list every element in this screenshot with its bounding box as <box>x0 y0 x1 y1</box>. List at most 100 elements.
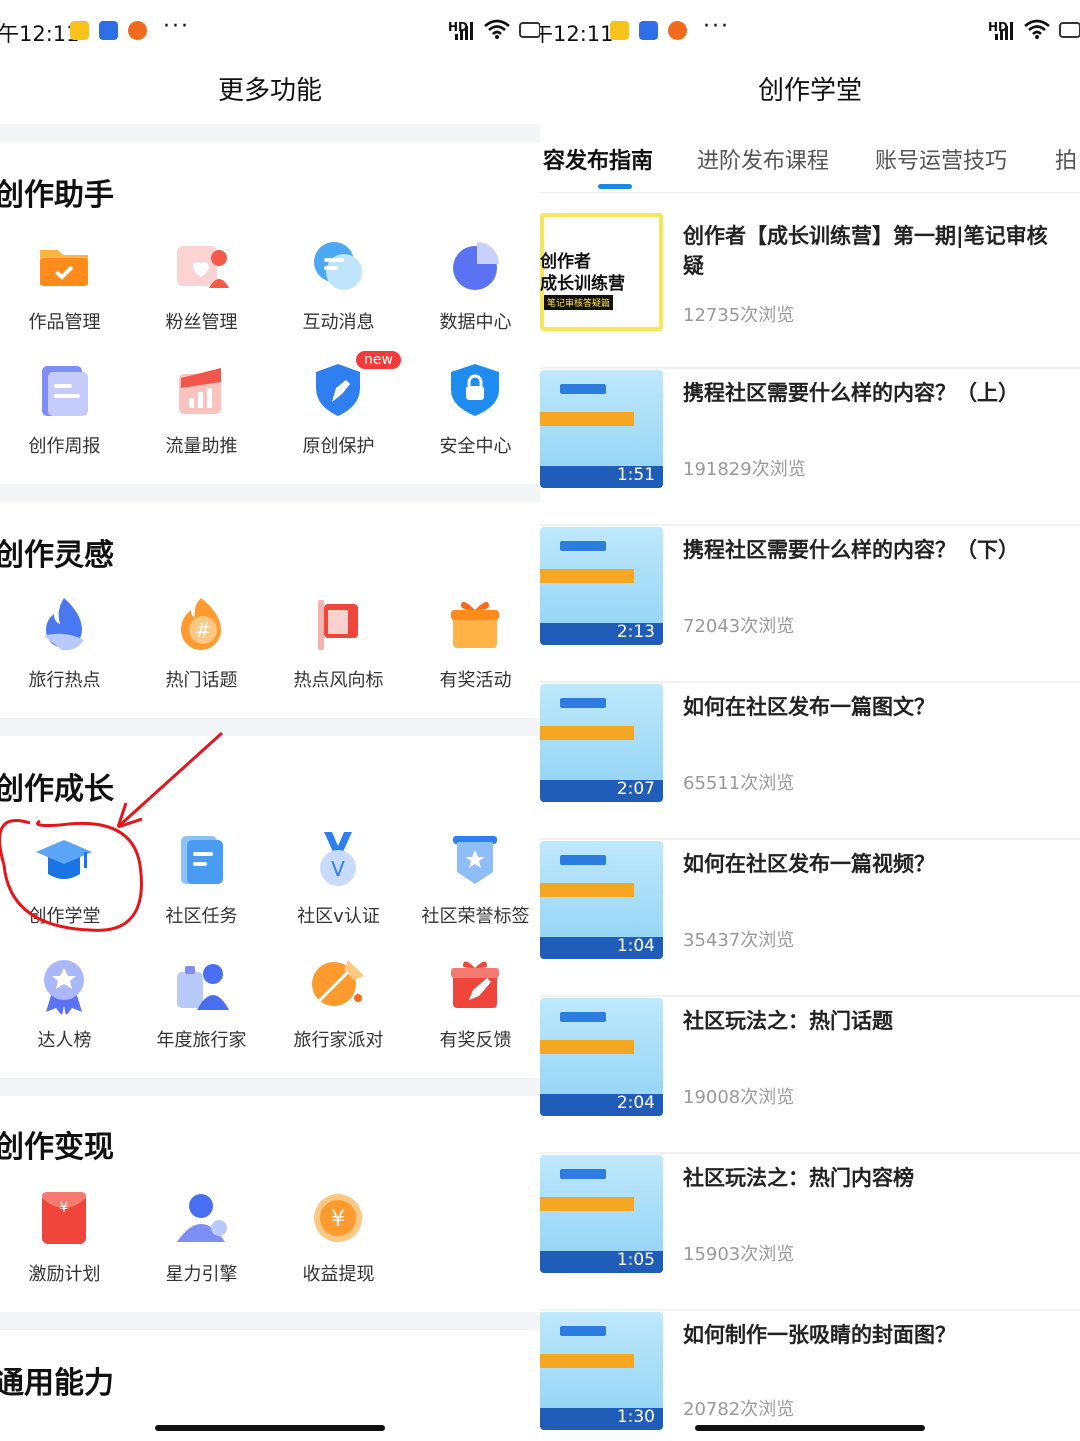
lock-shield-icon <box>451 364 499 416</box>
grid-item-label: 作品管理 <box>28 312 101 333</box>
section-title-general: 通用能力 <box>0 1366 114 1401</box>
video-duration: 1:30 <box>616 1407 655 1427</box>
article-item[interactable]: 1:30 如何制作一张吸睛的封面图？ 20782次浏览 <box>540 1312 1080 1441</box>
svg-text:V: V <box>331 857 345 881</box>
grid-item-label: 旅行热点 <box>28 670 101 691</box>
grid-item-data[interactable]: 数据中心 <box>407 236 540 346</box>
grid-item-trend[interactable]: 热点风向标 <box>270 594 407 704</box>
baidu-app-icon <box>99 21 118 40</box>
grid-item-v-verify[interactable]: V 社区v认证 <box>270 830 407 940</box>
section-divider <box>0 484 540 502</box>
tab-shoot[interactable]: 拍 <box>1055 143 1077 175</box>
article-item[interactable]: 1:05 社区玩法之：热门内容榜 15903次浏览 <box>540 1155 1080 1311</box>
tab-account-tips[interactable]: 账号运营技巧 <box>875 143 1007 175</box>
grid-item-fans[interactable]: 粉丝管理 <box>133 236 270 346</box>
wifi-icon <box>484 19 510 39</box>
article-thumbnail: 2:07 <box>540 684 663 802</box>
tab-publish-guide[interactable]: 容发布指南 <box>543 143 653 175</box>
grid-item-label: 热门话题 <box>165 670 238 691</box>
row-divider <box>540 995 1080 997</box>
grid-item-label: 流量助推 <box>165 436 238 457</box>
article-views: 19008次浏览 <box>683 1087 795 1108</box>
battery-icon <box>1059 22 1080 38</box>
grid-item-messages[interactable]: 互动消息 <box>270 236 407 346</box>
grid-item-withdraw[interactable]: ¥ 收益提现 <box>270 1188 407 1298</box>
grid-item-security[interactable]: 安全中心 <box>407 360 540 470</box>
article-item[interactable]: 2:07 如何在社区发布一篇图文？ 65511次浏览 <box>540 684 1080 840</box>
grid-item-incentive[interactable]: ¥ 激励计划 <box>0 1188 133 1298</box>
yen-coin-icon: ¥ <box>314 1194 362 1242</box>
party-icon <box>312 960 364 1006</box>
article-item[interactable]: 1:04 如何在社区发布一篇视频？ 35437次浏览 <box>540 841 1080 997</box>
home-indicator[interactable] <box>695 1425 925 1431</box>
grid-item-weekly[interactable]: 创作周报 <box>0 360 133 470</box>
article-title: 社区玩法之：热门内容榜 <box>683 1166 914 1190</box>
article-title: 如何在社区发布一篇视频？ <box>683 852 935 876</box>
grid-item-label: 旅行家派对 <box>293 1030 384 1051</box>
tab-advanced-course[interactable]: 进阶发布课程 <box>697 143 829 175</box>
grid-item-works[interactable]: 作品管理 <box>0 236 133 346</box>
article-views: 20782次浏览 <box>683 1399 795 1420</box>
svg-text:¥: ¥ <box>60 1200 69 1216</box>
meituan-app-icon <box>70 21 89 40</box>
article-title: 携程社区需要什么样的内容？（上） <box>683 381 1019 405</box>
grid-item-travel-hot[interactable]: 旅行热点 <box>0 594 133 704</box>
flame-icon <box>44 598 84 651</box>
article-item[interactable]: 1:51 携程社区需要什么样的内容？（上） 191829次浏览 <box>540 370 1080 526</box>
grid-item-hot-topics[interactable]: # 热门话题 <box>133 594 270 704</box>
article-thumbnail: 1:05 <box>540 1155 663 1273</box>
grid-item-label: 社区荣誉标签 <box>421 906 530 927</box>
grid-item-ranking[interactable]: 达人榜 <box>0 954 133 1064</box>
grid-item-label: 年度旅行家 <box>156 1030 247 1051</box>
article-thumbnail: 1:30 <box>540 1312 663 1430</box>
honor-badge-icon <box>453 836 497 884</box>
svg-text:¥: ¥ <box>331 1207 345 1232</box>
grid-item-party[interactable]: 旅行家派对 <box>270 954 407 1064</box>
video-duration: 2:07 <box>616 779 655 799</box>
page-title: 更多功能 <box>217 76 322 106</box>
more-notifications-icon: ··· <box>163 14 190 39</box>
article-thumbnail: 1:51 <box>540 370 663 488</box>
grid-item-feedback[interactable]: 有奖反馈 <box>407 954 540 1064</box>
article-title: 携程社区需要什么样的内容？（下） <box>683 538 1019 562</box>
article-title: 社区玩法之：热门话题 <box>683 1009 893 1033</box>
grid-item-label: 安全中心 <box>439 436 512 457</box>
article-item[interactable]: 2:13 携程社区需要什么样的内容？（下） 72043次浏览 <box>540 527 1080 683</box>
article-title: 创作者【成长训练营】第一期|笔记审核 <box>683 224 1048 248</box>
video-duration: 2:13 <box>616 622 655 642</box>
grid-item-rewards[interactable]: 有奖活动 <box>407 594 540 704</box>
section-title-monetize: 创作变现 <box>0 1130 114 1165</box>
annotation-arrow <box>0 731 224 932</box>
article-thumbnail: 1:04 <box>540 841 663 959</box>
grid-item-label: 有奖反馈 <box>439 1030 512 1051</box>
grid-item-traffic[interactable]: 流量助推 <box>133 360 270 470</box>
section-divider <box>0 124 540 142</box>
article-item[interactable]: 创作者 成长训练营 笔记审核答疑篇 创作者【成长训练营】第一期|笔记审核 疑 1… <box>540 213 1080 369</box>
weekly-report-icon <box>42 366 88 416</box>
pie-chart-icon <box>453 242 499 290</box>
article-views: 15903次浏览 <box>683 1244 795 1265</box>
grid-item-original[interactable]: 原创保护 <box>270 360 407 470</box>
row-divider <box>540 681 1080 683</box>
wifi-icon <box>1024 19 1050 39</box>
row-divider <box>540 1309 1080 1311</box>
grid-item-traveler[interactable]: 年度旅行家 <box>133 954 270 1064</box>
weibo-app-icon <box>128 21 147 40</box>
grid-item-label: 原创保护 <box>302 436 375 457</box>
article-views: 12735次浏览 <box>683 305 795 326</box>
article-thumbnail: 2:13 <box>540 527 663 645</box>
grid-item-honor[interactable]: 社区荣誉标签 <box>407 830 540 940</box>
grid-item-label: 数据中心 <box>439 312 512 333</box>
article-item[interactable]: 2:04 社区玩法之：热门话题 19008次浏览 <box>540 998 1080 1154</box>
home-indicator[interactable] <box>155 1425 385 1431</box>
status-time: 午12:11 <box>540 22 614 46</box>
star-medal-icon <box>44 960 84 1014</box>
grid-item-star-engine[interactable]: 星力引擎 <box>133 1188 270 1298</box>
article-thumbnail: 2:04 <box>540 998 663 1116</box>
status-bar: 午12:11 ··· HD <box>0 0 540 60</box>
chat-icon <box>314 242 362 290</box>
article-views: 72043次浏览 <box>683 616 795 637</box>
signal-icon <box>455 22 477 40</box>
more-features-screen: 午12:11 ··· HD 更多功能 创作助手 作品管理 粉丝管理 互动消息 数… <box>0 0 540 1441</box>
status-time: 午12:11 <box>0 22 80 46</box>
